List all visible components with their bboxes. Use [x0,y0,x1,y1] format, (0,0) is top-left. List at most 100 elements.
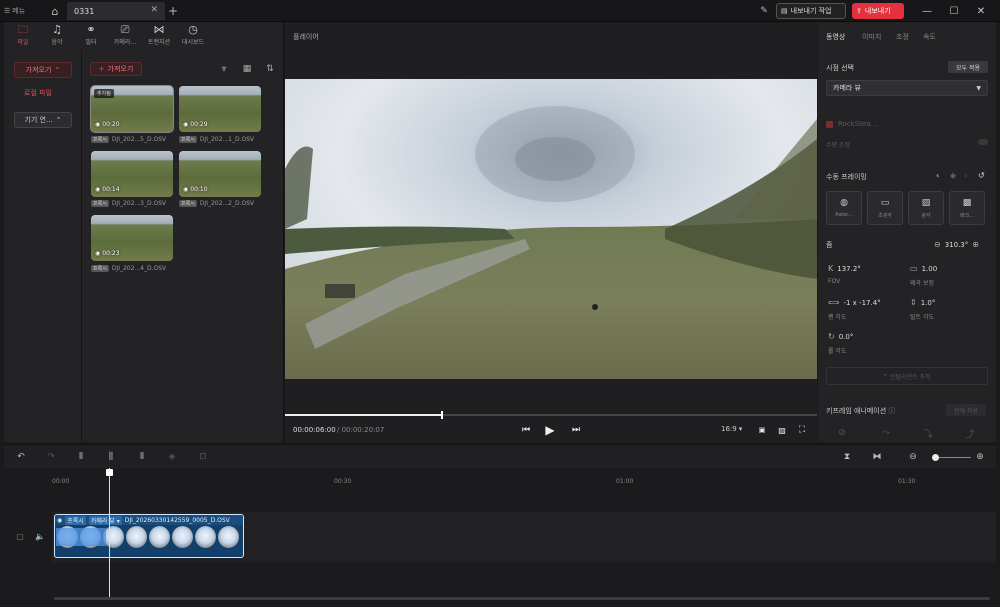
skip-forward-icon: ⏭ [571,425,581,435]
tilt-field[interactable]: ⇕ 1.0° [910,298,935,307]
link-button[interactable]: ⧓ [871,451,883,463]
prev-keyframe-button[interactable]: ‹ [936,171,939,180]
edit-notes-button[interactable]: ✎ [757,4,771,18]
rocksteady-checkbox[interactable] [826,120,833,128]
info-icon[interactable]: ⓘ [888,407,895,415]
apply-all-button[interactable]: 모두 적용 [948,61,988,73]
next-keyframe-button[interactable]: › [964,171,967,180]
roll-field[interactable]: ↻ 0.0° [828,332,853,341]
reset-button[interactable]: ↺ [978,171,985,180]
crop-button[interactable]: ⊡ [197,451,209,463]
export-button[interactable]: ⇪ 내보내기 [852,3,904,19]
smart-track-button[interactable]: ⌖ 인텔리전트 추적 [826,367,988,385]
timeline[interactable]: 00:00 00:30 01:00 01:30 ▢ 🔈 ◉ 프록시 카메라 뷰 … [4,468,996,603]
frame-mode-macro[interactable]: ▩ 매크... [949,191,985,225]
horizon-lock-toggle[interactable] [978,139,988,145]
new-tab-button[interactable]: + [166,3,180,19]
timeline-scrollbar[interactable] [54,597,990,600]
redo-button[interactable]: ↷ [45,451,57,463]
export-jobs-button[interactable]: ▤ 내보내기 작업 [776,3,846,19]
pan-field[interactable]: ⟺ -1 x -17.4° [828,298,881,307]
keyframe-button[interactable]: ◈ [166,451,178,463]
media-thumbnail[interactable]: 추가됨 ◉ 00:20 [90,85,174,133]
timeline-zoom-handle[interactable] [932,454,939,461]
category-music[interactable]: ♫ 음악 [40,24,74,50]
split-right-button[interactable]: ⫴ [136,451,148,463]
proxy-tag: 프록시 [91,135,109,143]
split-left-button[interactable]: ⫴ [75,451,87,463]
timeline-clip[interactable]: ◉ 프록시 카메라 뷰 ▾ DJI_20260330142559_0005_D.… [54,514,244,558]
video-viewport[interactable] [285,79,817,379]
ease-curve-3[interactable]: ⤵ [914,424,942,442]
local-files-item[interactable]: 로컬 파일 [24,88,52,98]
grid-view-button[interactable]: ▦ [241,63,253,75]
frame-mode-wide[interactable]: ▨ 광각 [908,191,944,225]
project-tab[interactable]: 0331 ✕ [67,2,165,20]
ease-curve-1[interactable]: ⊘ [828,424,856,442]
category-label: 트랜지션 [147,39,171,46]
timeline-zoom-out-button[interactable]: ⊖ [907,451,919,463]
split-button[interactable]: ⫼ [105,451,117,463]
playhead-handle[interactable] [106,469,113,476]
timeline-zoom-slider[interactable] [935,457,971,458]
chevron-up-icon: ⌃ [54,66,61,74]
timeline-zoom-in-button[interactable]: ⊕ [974,451,986,463]
snapshot-button[interactable]: ▨ [775,423,789,437]
category-camera[interactable]: ⎚ 카메라... [108,24,142,50]
filename-text: DJI_202...1_D.OSV [199,135,255,143]
media-thumbnail[interactable]: ◉ 00:23 [91,215,173,261]
category-transition[interactable]: ⋈ 트랜지션 [142,24,176,50]
playhead-line[interactable] [109,468,110,598]
home-button[interactable]: ⌂ [46,3,64,19]
duration-label: ◉ 00:23 [95,250,120,257]
tab-adjust[interactable]: 조정 [896,32,909,42]
zoom-in-icon[interactable]: ⊕ [972,240,979,249]
tab-video[interactable]: 동영상 [826,32,845,42]
frame-mode-ultrawide[interactable]: ▭ 초광각 [867,191,903,225]
aspect-ratio-select[interactable]: 16:9 ▾ [721,425,742,433]
media-import-button[interactable]: + 가져오기 [90,62,142,76]
tab-image[interactable]: 이미지 [862,32,881,42]
media-thumbnail[interactable]: ◉ 00:10 [179,151,261,197]
fullscreen-button[interactable]: ⛶ [795,423,809,437]
minimize-button[interactable]: — [918,3,936,19]
playback-progress-bar[interactable] [285,411,817,419]
tab-speed[interactable]: 속도 [923,32,936,42]
maximize-button[interactable]: ☐ [945,3,963,19]
planet-icon: ◍ [840,198,848,208]
import-source-button[interactable]: 가져오기 ⌃ [14,62,72,78]
add-keyframe-button[interactable]: ◆ [950,171,956,180]
ease-curve-2[interactable]: ⤳ [872,424,900,442]
skip-back-button[interactable]: ⏮ [519,423,533,437]
view-select[interactable]: 카메라 뷰 ▼ [826,80,988,96]
snap-button[interactable]: ⧗ [841,451,853,463]
category-files[interactable]: 🗀 파일 [6,24,40,50]
device-connect-button[interactable]: 기기 연... ⌃ [14,112,72,128]
fov-field[interactable]: K 137.2° [828,264,861,273]
track-audio-icon[interactable]: 🔈 [34,530,46,542]
category-filter[interactable]: ⚭ 필터 [74,24,108,50]
close-window-button[interactable]: ✕ [972,3,990,19]
undo-button[interactable]: ↶ [15,451,27,463]
category-dashboard[interactable]: ◷ 대시보드 [176,24,210,50]
resolution-button[interactable]: ▣ [755,423,769,437]
menu-button[interactable]: ☰ 메뉴 [4,4,38,18]
filter-sort-button[interactable]: ⩔ [218,63,230,75]
frame-mode-asteroid[interactable]: ◍ Aster... [826,191,862,225]
distortion-label: 왜곡 보정 [910,280,934,287]
clip-view-select[interactable]: 카메라 뷰 ▾ [88,515,122,525]
distortion-field[interactable]: ▭ 1.00 [910,264,937,273]
zoom-out-icon[interactable]: ⊖ [934,240,941,249]
play-button[interactable]: ▶ [543,423,557,437]
zoom-control[interactable]: ⊖ 310.3° ⊕ [934,240,979,249]
ease-curve-4[interactable]: ⤴ [956,424,984,442]
progress-handle[interactable] [441,411,443,419]
media-thumbnail[interactable]: ◉ 00:14 [91,151,173,197]
skip-forward-button[interactable]: ⏭ [569,423,583,437]
track-visibility-icon[interactable]: ▢ [14,530,26,542]
link-icon: ⧓ [872,452,882,462]
sort-button[interactable]: ⇅ [264,63,276,75]
close-tab-icon[interactable]: ✕ [150,5,158,15]
keyframe-apply-all-button[interactable]: 전체 적용 [946,404,986,416]
media-thumbnail[interactable]: ◉ 00:29 [179,86,261,132]
